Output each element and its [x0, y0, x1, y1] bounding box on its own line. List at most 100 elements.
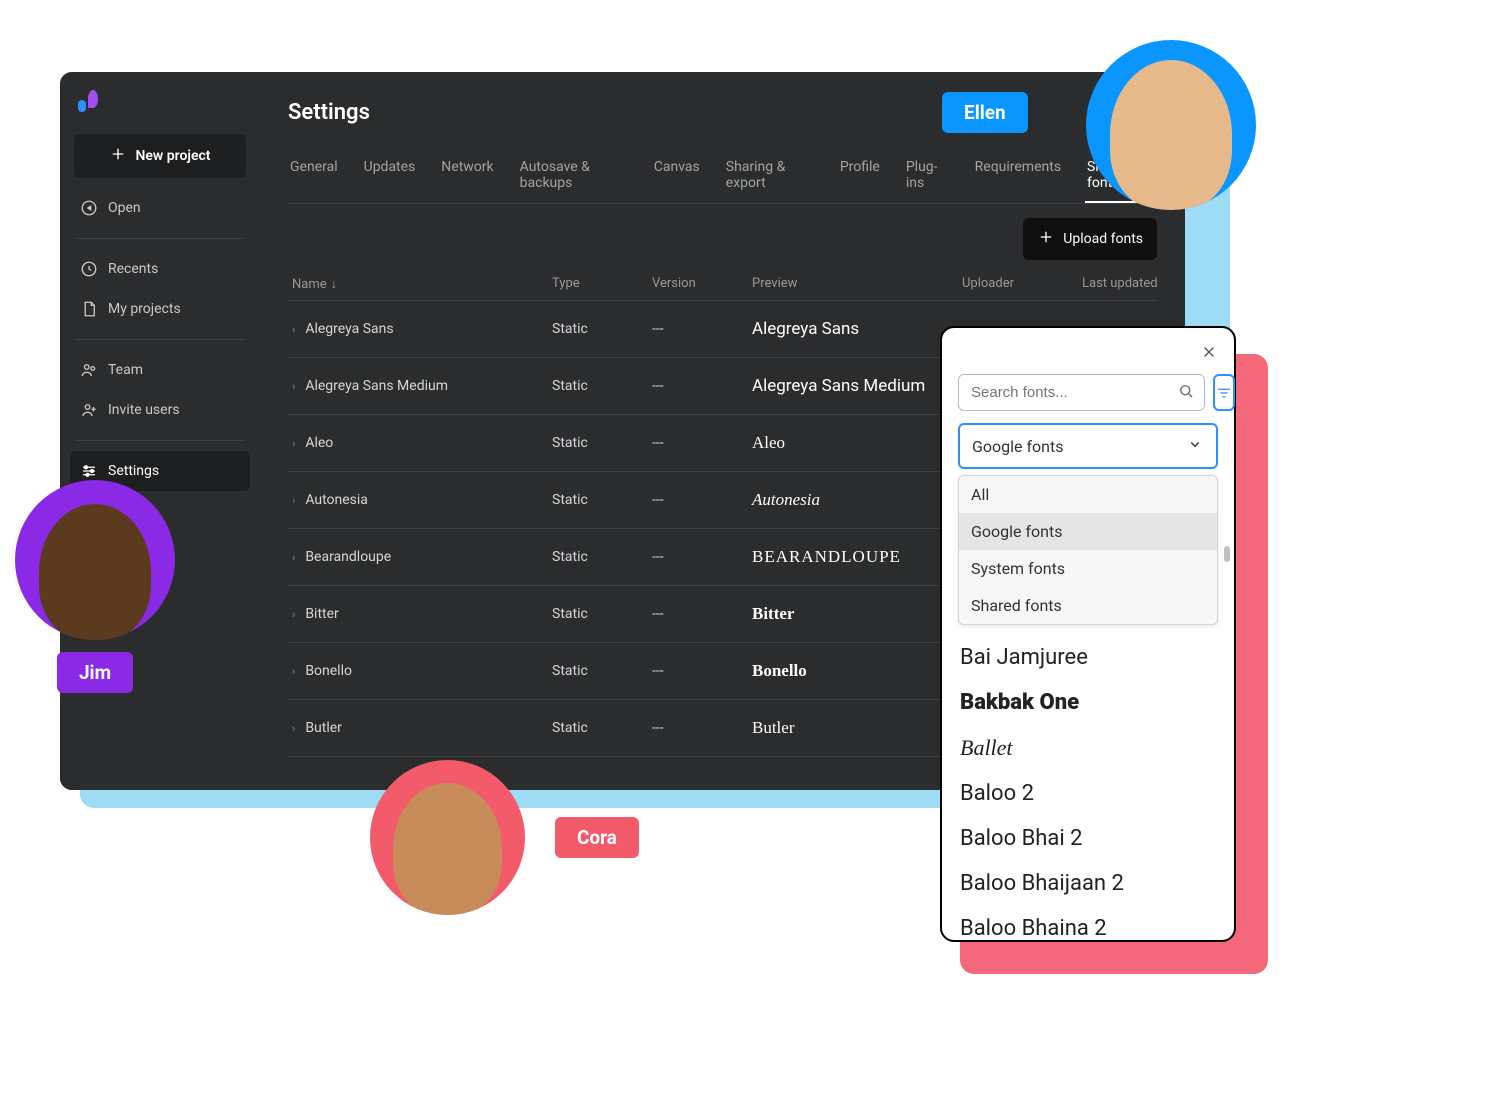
dropdown-option[interactable]: Shared fonts [959, 587, 1217, 624]
sidebar-item-recents[interactable]: Recents [70, 249, 250, 289]
new-project-button[interactable]: New project [74, 134, 246, 178]
avatar-ellen [1086, 40, 1256, 210]
font-name: Bonello [305, 663, 352, 679]
avatar-badge-cora: Cora [555, 817, 639, 858]
dropdown-option[interactable]: System fonts [959, 550, 1217, 587]
font-list-item[interactable]: Bakbak One [958, 680, 1218, 725]
font-name: Aleo [305, 435, 333, 451]
column-header-uploader[interactable]: Uploader [962, 276, 1082, 292]
font-name: Autonesia [305, 492, 368, 508]
team-icon [80, 361, 98, 379]
tab-requirements[interactable]: Requirements [973, 149, 1063, 203]
font-preview: Alegreya Sans Medium [752, 376, 962, 396]
column-header-version[interactable]: Version [652, 276, 752, 292]
tab-updates[interactable]: Updates [362, 149, 418, 203]
app-logo-icon [78, 90, 100, 112]
tab-profile[interactable]: Profile [838, 149, 882, 203]
settings-tabs: General Updates Network Autosave & backups C… [288, 149, 1157, 204]
font-version: --- [652, 321, 752, 337]
font-list-item[interactable]: Baloo Bhaina 2 [958, 906, 1218, 940]
avatar-badge-ellen: Ellen [942, 92, 1028, 133]
sort-arrow-down-icon: ↓ [331, 277, 338, 292]
font-type: Static [552, 321, 652, 337]
font-preview: Autonesia [752, 490, 962, 510]
chevron-right-icon: › [292, 437, 295, 450]
sidebar-item-label: My projects [108, 301, 181, 317]
font-source-dropdown[interactable]: Google fonts [958, 423, 1218, 469]
font-version: --- [652, 549, 752, 565]
sidebar-divider [76, 339, 244, 340]
font-picker-panel: Google fonts AllGoogle fontsSystem fonts… [940, 326, 1236, 942]
tab-general[interactable]: General [288, 149, 340, 203]
font-preview: Bitter [752, 604, 962, 624]
font-preview: BEARANDLOUPE [752, 547, 962, 567]
close-icon[interactable] [1200, 342, 1218, 366]
clock-icon [80, 260, 98, 278]
upload-fonts-label: Upload fonts [1063, 231, 1143, 247]
font-version: --- [652, 663, 752, 679]
font-preview: Butler [752, 718, 962, 738]
open-icon [80, 199, 98, 217]
chevron-right-icon: › [292, 722, 295, 735]
column-header-last-updated[interactable]: Last updated [1082, 276, 1185, 292]
font-version: --- [652, 492, 752, 508]
font-name: Butler [305, 720, 342, 736]
chevron-down-icon [1186, 435, 1204, 457]
tab-network[interactable]: Network [439, 149, 495, 203]
font-preview: Bonello [752, 661, 962, 681]
font-list-item[interactable]: Baloo Bhai 2 [958, 816, 1218, 861]
chevron-right-icon: › [292, 380, 295, 393]
dropdown-option[interactable]: Google fonts [959, 513, 1217, 550]
filter-button[interactable] [1213, 374, 1235, 411]
tab-autosave-backups[interactable]: Autosave & backups [518, 149, 630, 203]
chevron-right-icon: › [292, 551, 295, 564]
tab-plug-ins[interactable]: Plug-ins [904, 149, 951, 203]
sidebar-divider [76, 440, 244, 441]
sidebar-item-my-projects[interactable]: My projects [70, 289, 250, 329]
tab-canvas[interactable]: Canvas [652, 149, 702, 203]
scrollbar-thumb[interactable] [1224, 546, 1230, 562]
sidebar-item-label: Team [108, 362, 143, 378]
dropdown-option[interactable]: All [959, 476, 1217, 513]
font-preview: Aleo [752, 433, 962, 453]
avatar-circle [15, 480, 175, 640]
font-list-item[interactable]: Bai Jamjuree [958, 635, 1218, 680]
user-plus-icon [80, 401, 98, 419]
font-type: Static [552, 549, 652, 565]
column-header-name[interactable]: Name↓ [292, 276, 552, 292]
font-name: Alegreya Sans [305, 321, 393, 337]
font-version: --- [652, 378, 752, 394]
font-type: Static [552, 720, 652, 736]
dropdown-options: AllGoogle fontsSystem fontsShared fonts [958, 475, 1218, 625]
column-header-type[interactable]: Type [552, 276, 652, 292]
upload-fonts-button[interactable]: Upload fonts [1023, 218, 1157, 260]
font-search-input[interactable] [958, 374, 1205, 411]
sidebar-item-open[interactable]: Open [70, 188, 250, 228]
sidebar-item-invite-users[interactable]: Invite users [70, 390, 250, 430]
font-list-item[interactable]: Ballet [958, 725, 1218, 771]
font-preview: Alegreya Sans [752, 319, 962, 339]
avatar-circle [370, 760, 525, 915]
font-list-item[interactable]: Baloo Bhaijaan 2 [958, 861, 1218, 906]
font-type: Static [552, 663, 652, 679]
font-list-item[interactable]: Baloo 2 [958, 771, 1218, 816]
chevron-right-icon: › [292, 323, 295, 336]
sidebar-item-label: Invite users [108, 402, 180, 418]
font-name: Alegreya Sans Medium [305, 378, 448, 394]
font-name: Bearandloupe [305, 549, 391, 565]
sidebar-divider [76, 238, 244, 239]
sidebar-item-label: Settings [108, 463, 159, 479]
sidebar-item-label: Open [108, 200, 141, 216]
chevron-right-icon: › [292, 494, 295, 507]
column-header-preview[interactable]: Preview [752, 276, 962, 292]
font-type: Static [552, 606, 652, 622]
avatar-badge-jim: Jim [57, 652, 133, 693]
sidebar-item-team[interactable]: Team [70, 350, 250, 390]
new-project-label: New project [135, 148, 210, 164]
avatar-cora: Cora [370, 760, 639, 915]
font-version: --- [652, 435, 752, 451]
font-type: Static [552, 378, 652, 394]
tab-sharing-export[interactable]: Sharing & export [724, 149, 816, 203]
avatar-jim: Jim [15, 480, 175, 693]
search-icon [1177, 382, 1195, 404]
